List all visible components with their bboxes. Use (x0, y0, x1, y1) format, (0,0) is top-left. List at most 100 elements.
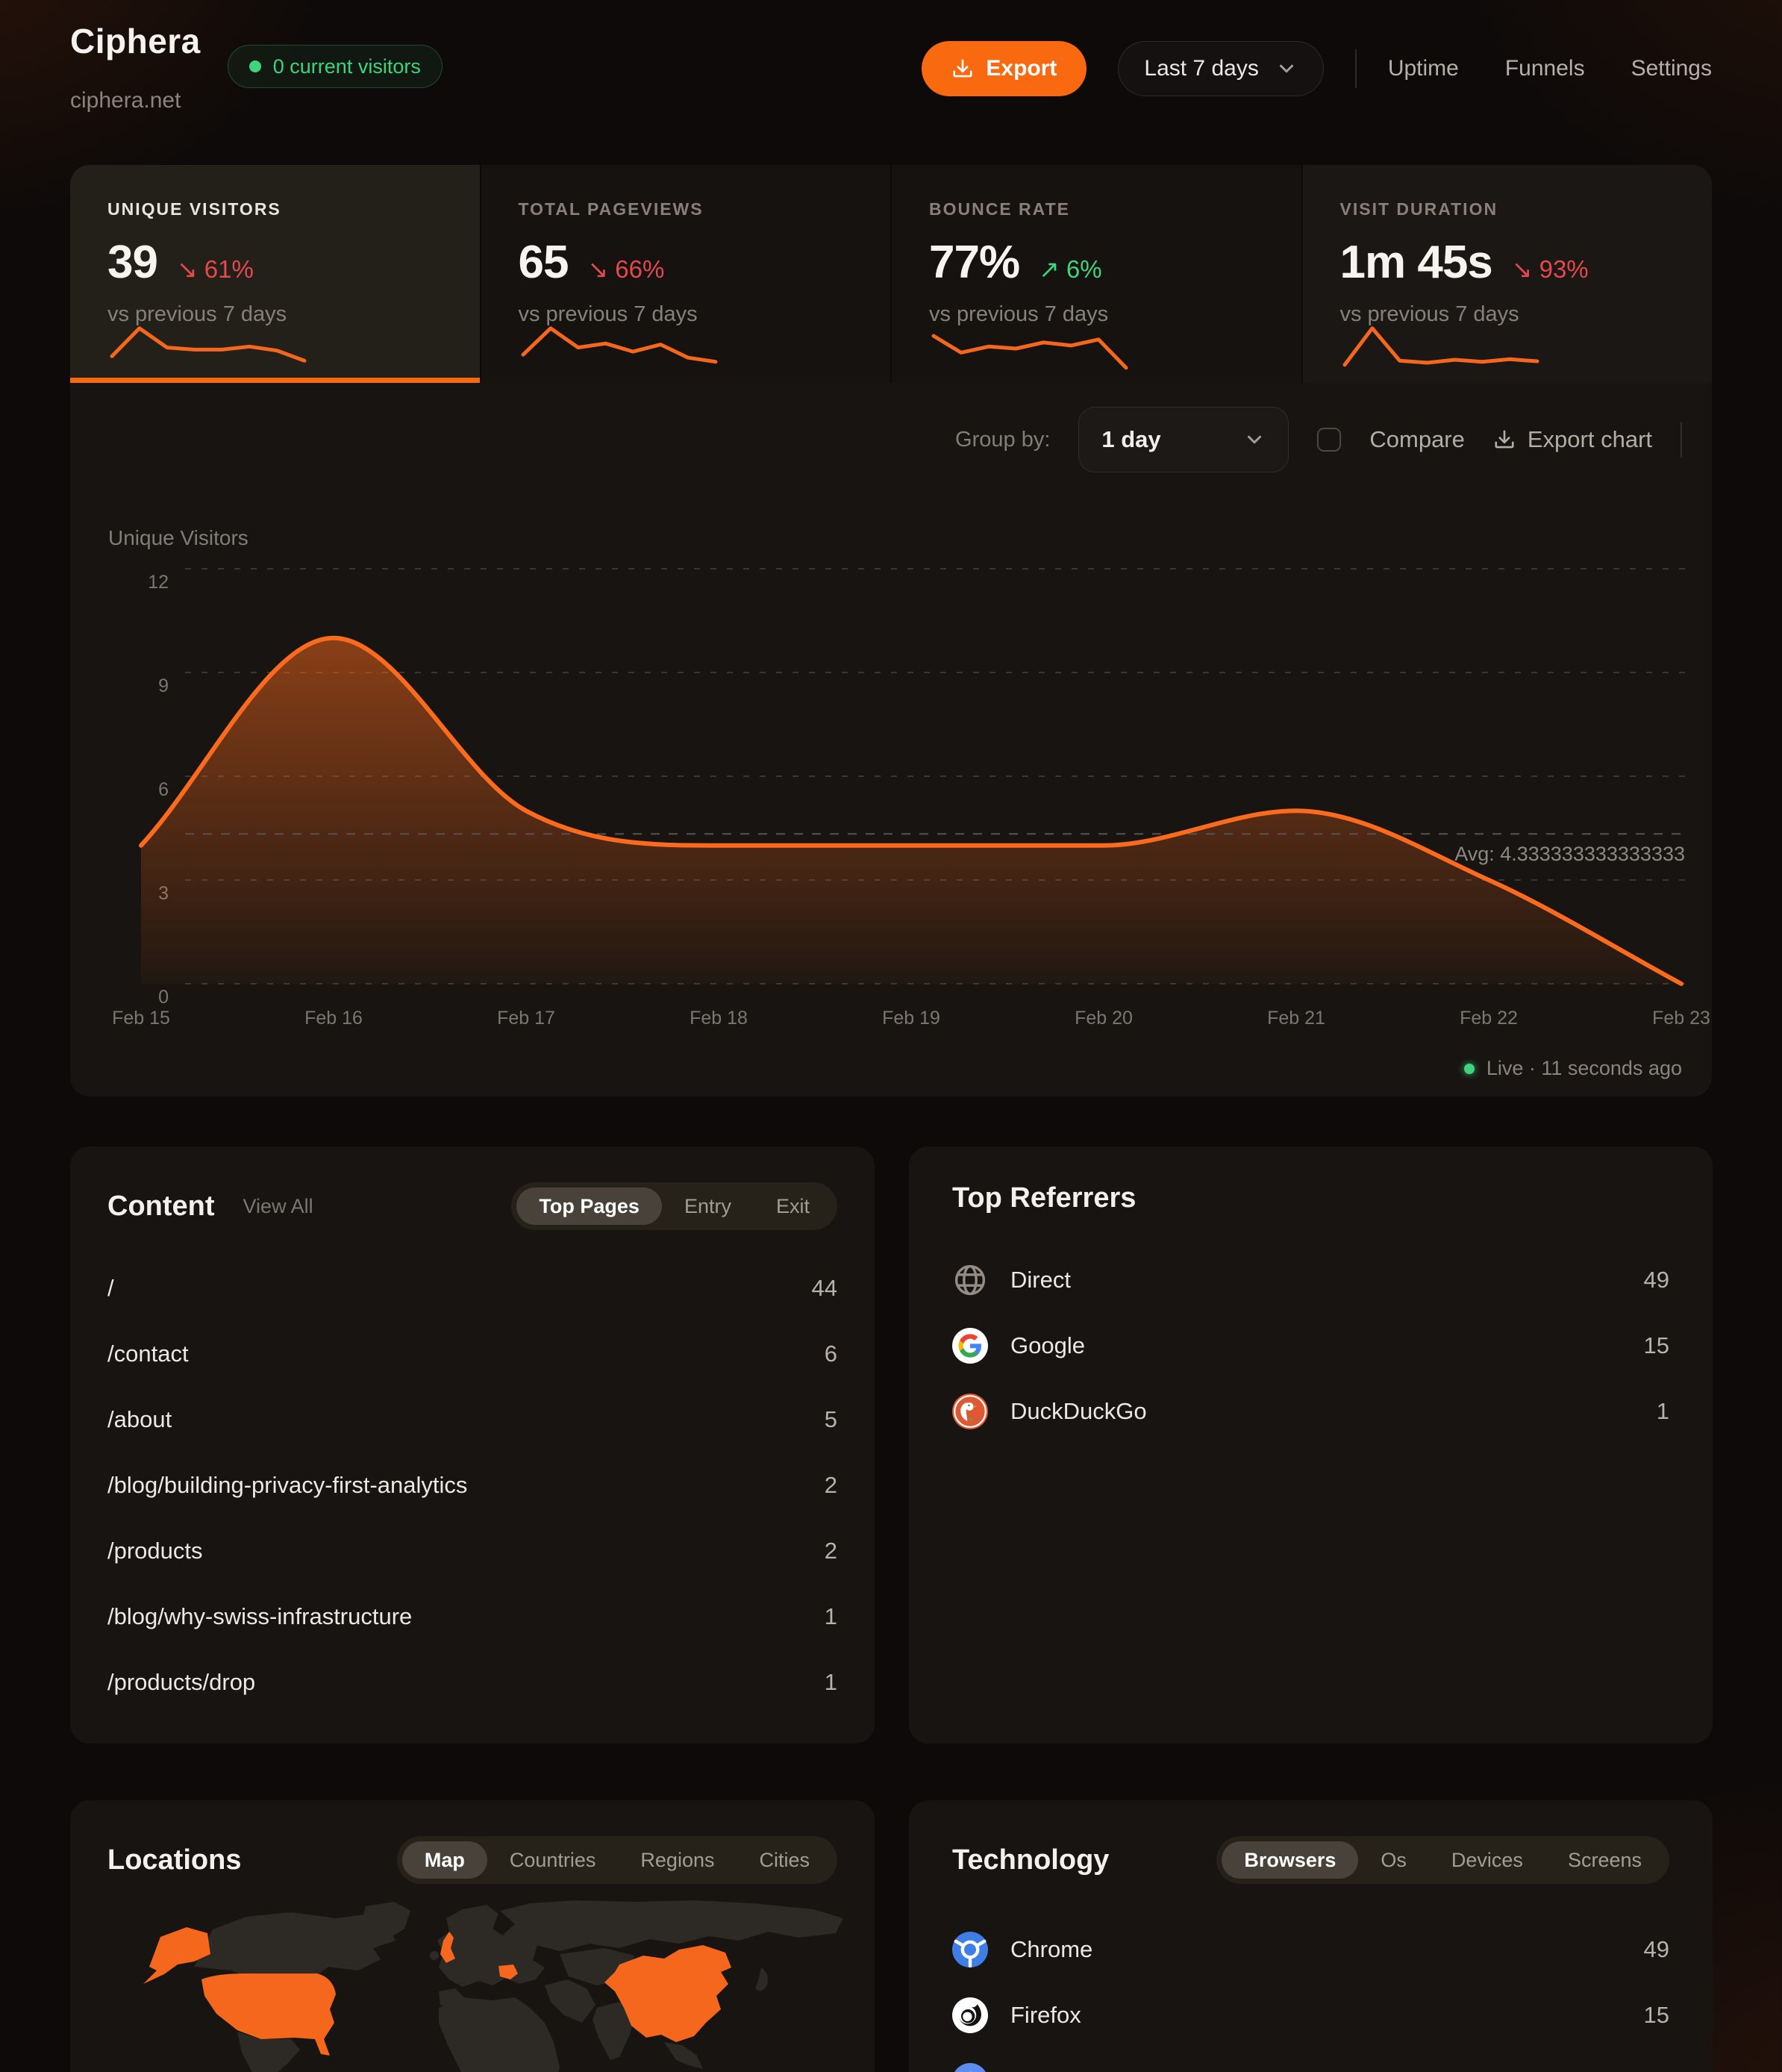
export-button[interactable]: Export (922, 41, 1087, 96)
svg-text:0: 0 (158, 987, 169, 1008)
content-title: Content (107, 1191, 215, 1223)
map-se-asia (664, 2042, 703, 2069)
content-tab-exit[interactable]: Exit (754, 1188, 832, 1225)
stat-sparkline (1340, 316, 1542, 378)
view-all-link[interactable]: View All (243, 1195, 313, 1218)
group-by-value: 1 day (1101, 426, 1160, 453)
content-tab-entry[interactable]: Entry (662, 1188, 754, 1225)
referrer-row[interactable]: DuckDuckGo1 (952, 1379, 1669, 1444)
technology-tab-screens[interactable]: Screens (1545, 1841, 1664, 1879)
row-label: DuckDuckGo (1010, 1398, 1147, 1425)
map-alaska-highlight (143, 1927, 210, 1984)
stat-value: 39 (107, 236, 157, 289)
row-value: 15 (1644, 2002, 1669, 2029)
content-tab-top-pages[interactable]: Top Pages (516, 1188, 662, 1225)
referrers-header: Top Referrers (952, 1182, 1669, 1214)
map-russia (500, 1900, 843, 1951)
content-panel: Content View All Top PagesEntryExit /44/… (70, 1146, 875, 1744)
map-ireland (430, 1951, 439, 1960)
locations-tab-cities[interactable]: Cities (737, 1841, 832, 1879)
duckduckgo-icon (952, 1394, 988, 1429)
technology-rows: Chrome 49 Firefox15 (952, 1917, 1669, 2072)
locations-tab-countries[interactable]: Countries (487, 1841, 619, 1879)
page-path: /products/drop (107, 1669, 255, 1696)
technology-title: Technology (952, 1844, 1109, 1876)
locations-tab-map[interactable]: Map (402, 1841, 487, 1879)
nav-link-uptime[interactable]: Uptime (1388, 56, 1459, 81)
map-japan (755, 1968, 768, 1991)
svg-text:Feb 21: Feb 21 (1267, 1008, 1325, 1029)
locations-title: Locations (107, 1844, 241, 1876)
svg-text:6: 6 (158, 779, 169, 800)
analytics-dashboard: Ciphera 0 current visitors ciphera.net E… (0, 0, 1782, 2072)
locations-header: Locations MapCountriesRegionsCities (107, 1836, 837, 1884)
row-value: 49 (1644, 1267, 1669, 1294)
technology-tab-os[interactable]: Os (1358, 1841, 1429, 1879)
date-range-value: Last 7 days (1144, 56, 1258, 81)
stat-label: BOUNCE RATE (929, 199, 1264, 219)
svg-text:Feb 15: Feb 15 (112, 1008, 170, 1029)
content-row[interactable]: /products2 (107, 1518, 837, 1584)
content-row[interactable]: /about5 (107, 1387, 837, 1452)
live-green-dot-icon (1464, 1064, 1475, 1074)
technology-row[interactable] (952, 2048, 1669, 2072)
row-value: 49 (1644, 1936, 1669, 1963)
technology-row[interactable]: Firefox15 (952, 1982, 1669, 2048)
technology-row[interactable]: Chrome 49 (952, 1917, 1669, 1982)
referrer-row[interactable]: Google15 (952, 1313, 1669, 1379)
world-map (142, 1896, 858, 2072)
svg-text:Feb 22: Feb 22 (1460, 1008, 1518, 1029)
stat-card-total-pageviews[interactable]: TOTAL PAGEVIEWS65↘ 66%vs previous 7 days (481, 165, 892, 383)
stat-card-visit-duration[interactable]: VISIT DURATION1m 45s↘ 93%vs previous 7 d… (1303, 165, 1713, 383)
date-range-dropdown[interactable]: Last 7 days (1118, 41, 1323, 96)
page-path: /blog/why-swiss-infrastructure (107, 1603, 412, 1630)
header-divider (1355, 49, 1357, 88)
live-green-dot-icon (249, 60, 261, 72)
chevron-down-icon (1275, 57, 1298, 80)
compare-checkbox[interactable] (1317, 428, 1341, 452)
stat-sparkline (519, 316, 720, 378)
stat-delta: ↘ 66% (587, 255, 664, 284)
stat-card-unique-visitors[interactable]: UNIQUE VISITORS39↘ 61%vs previous 7 days (70, 165, 481, 383)
content-row[interactable]: /contact6 (107, 1321, 837, 1387)
content-row[interactable]: /products/drop1 (107, 1650, 837, 1715)
export-chart-button[interactable]: Export chart (1493, 426, 1652, 453)
content-row[interactable]: / 44 (107, 1255, 837, 1321)
stat-card-bounce-rate[interactable]: BOUNCE RATE77%↗ 6%vs previous 7 days (892, 165, 1303, 383)
technology-tab-browsers[interactable]: Browsers (1222, 1841, 1358, 1879)
svg-text:Feb 20: Feb 20 (1075, 1008, 1133, 1029)
nav-link-settings[interactable]: Settings (1631, 56, 1712, 81)
technology-tab-devices[interactable]: Devices (1429, 1841, 1545, 1879)
live-status: Live · 11 seconds ago (1464, 1057, 1682, 1080)
chrome-icon (952, 1932, 988, 1968)
google-icon (952, 1328, 988, 1364)
content-row[interactable]: /blog/building-privacy-first-analytics2 (107, 1452, 837, 1518)
row-label: Google (1010, 1332, 1085, 1359)
page-count: 5 (825, 1406, 837, 1433)
stat-value: 1m 45s (1340, 236, 1492, 289)
header-actions: Export Last 7 days Uptime Funnels Settings (922, 41, 1712, 96)
technology-header: Technology BrowsersOsDevicesScreens (952, 1836, 1669, 1884)
nav-link-funnels[interactable]: Funnels (1505, 56, 1585, 81)
chart-area: Group by: 1 day Compare Export chart Uni… (70, 383, 1712, 1096)
referrers-panel: Top Referrers Direct49Google15DuckDuckGo… (909, 1146, 1713, 1744)
row-label: Chrome (1010, 1936, 1092, 1963)
page-count: 2 (825, 1538, 837, 1564)
locations-tab-regions[interactable]: Regions (618, 1841, 737, 1879)
content-row[interactable]: /blog/why-swiss-infrastructure1 (107, 1584, 837, 1650)
stat-delta: ↗ 6% (1039, 255, 1102, 284)
content-rows: / 44/contact6/about5/blog/building-privac… (107, 1255, 837, 1715)
page-path: / (107, 1275, 114, 1302)
map-africa (439, 1997, 560, 2072)
group-by-dropdown[interactable]: 1 day (1078, 407, 1289, 472)
current-visitors-label: 0 current visitors (273, 55, 421, 78)
page-count: 44 (812, 1275, 837, 1302)
map-middle-east (545, 1979, 595, 2023)
referrer-row[interactable]: Direct49 (952, 1247, 1669, 1313)
stat-value: 65 (519, 236, 569, 289)
visitors-line-chart: 129630Feb 15Feb 16Feb 17Feb 18Feb 19Feb … (70, 383, 1712, 1096)
svg-text:Feb 23: Feb 23 (1652, 1008, 1710, 1029)
locations-panel: Locations MapCountriesRegionsCities (70, 1800, 875, 2072)
brand: Ciphera 0 current visitors (70, 21, 443, 88)
stat-sparkline (929, 316, 1131, 378)
